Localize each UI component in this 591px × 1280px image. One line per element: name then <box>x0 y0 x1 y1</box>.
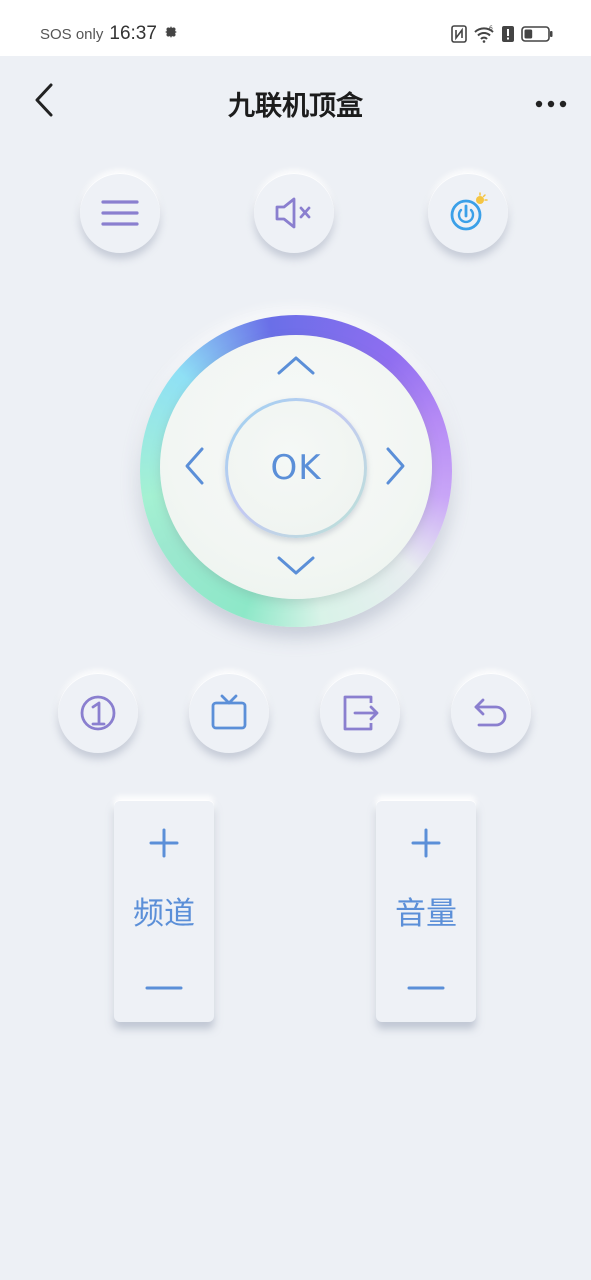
clock-time: 16:37 <box>109 23 157 44</box>
plus-icon <box>149 828 179 862</box>
input-source-button[interactable] <box>320 673 400 753</box>
ok-label: OK <box>270 448 322 488</box>
channel-up-button[interactable] <box>114 820 214 870</box>
alert-icon <box>501 25 515 43</box>
arrow-right-icon <box>385 446 407 490</box>
status-bar-left: SOS only 16:37 <box>40 20 179 48</box>
title-bar: 九联机顶盒 <box>0 56 591 148</box>
channel-down-button[interactable] <box>114 960 214 1010</box>
ok-button[interactable]: OK <box>225 398 367 538</box>
dpad-up-button[interactable] <box>266 345 326 389</box>
nfc-icon <box>451 25 467 43</box>
volume-rocker: 音量 <box>376 800 476 1022</box>
more-horizontal-icon <box>535 93 567 112</box>
tv-button[interactable] <box>189 673 269 753</box>
more-button[interactable] <box>533 90 569 114</box>
status-bar: SOS only 16:37 6 <box>0 0 591 56</box>
number-one-icon <box>78 693 118 733</box>
volume-label: 音量 <box>395 896 457 932</box>
tv-icon <box>209 693 249 733</box>
dpad-left-button[interactable] <box>172 438 216 498</box>
dpad-right-button[interactable] <box>374 438 418 498</box>
number-one-button[interactable] <box>58 673 138 753</box>
arrow-up-icon <box>276 354 316 380</box>
menu-icon <box>100 198 140 228</box>
return-button[interactable] <box>451 673 531 753</box>
minus-icon <box>407 976 445 995</box>
mute-icon <box>274 196 314 230</box>
power-button[interactable] <box>428 173 508 253</box>
svg-text:6: 6 <box>489 25 493 32</box>
status-bar-right: 6 <box>451 22 553 46</box>
ok-button-face: OK <box>228 401 364 535</box>
return-icon <box>471 693 511 733</box>
gear-icon <box>163 24 179 44</box>
minus-icon <box>145 976 183 995</box>
channel-rocker: 频道 <box>114 800 214 1022</box>
battery-icon <box>521 25 553 43</box>
plus-icon <box>411 828 441 862</box>
arrow-down-icon <box>276 555 316 581</box>
volume-up-button[interactable] <box>376 820 476 870</box>
wifi-icon: 6 <box>473 25 495 43</box>
power-icon <box>447 192 489 234</box>
menu-button[interactable] <box>80 173 160 253</box>
input-source-icon <box>340 693 380 733</box>
volume-down-button[interactable] <box>376 960 476 1010</box>
channel-label: 频道 <box>133 896 195 932</box>
mute-button[interactable] <box>254 173 334 253</box>
arrow-left-icon <box>183 446 205 490</box>
dpad-down-button[interactable] <box>266 546 326 590</box>
page-title: 九联机顶盒 <box>228 91 363 122</box>
carrier-text: SOS only <box>40 25 104 43</box>
